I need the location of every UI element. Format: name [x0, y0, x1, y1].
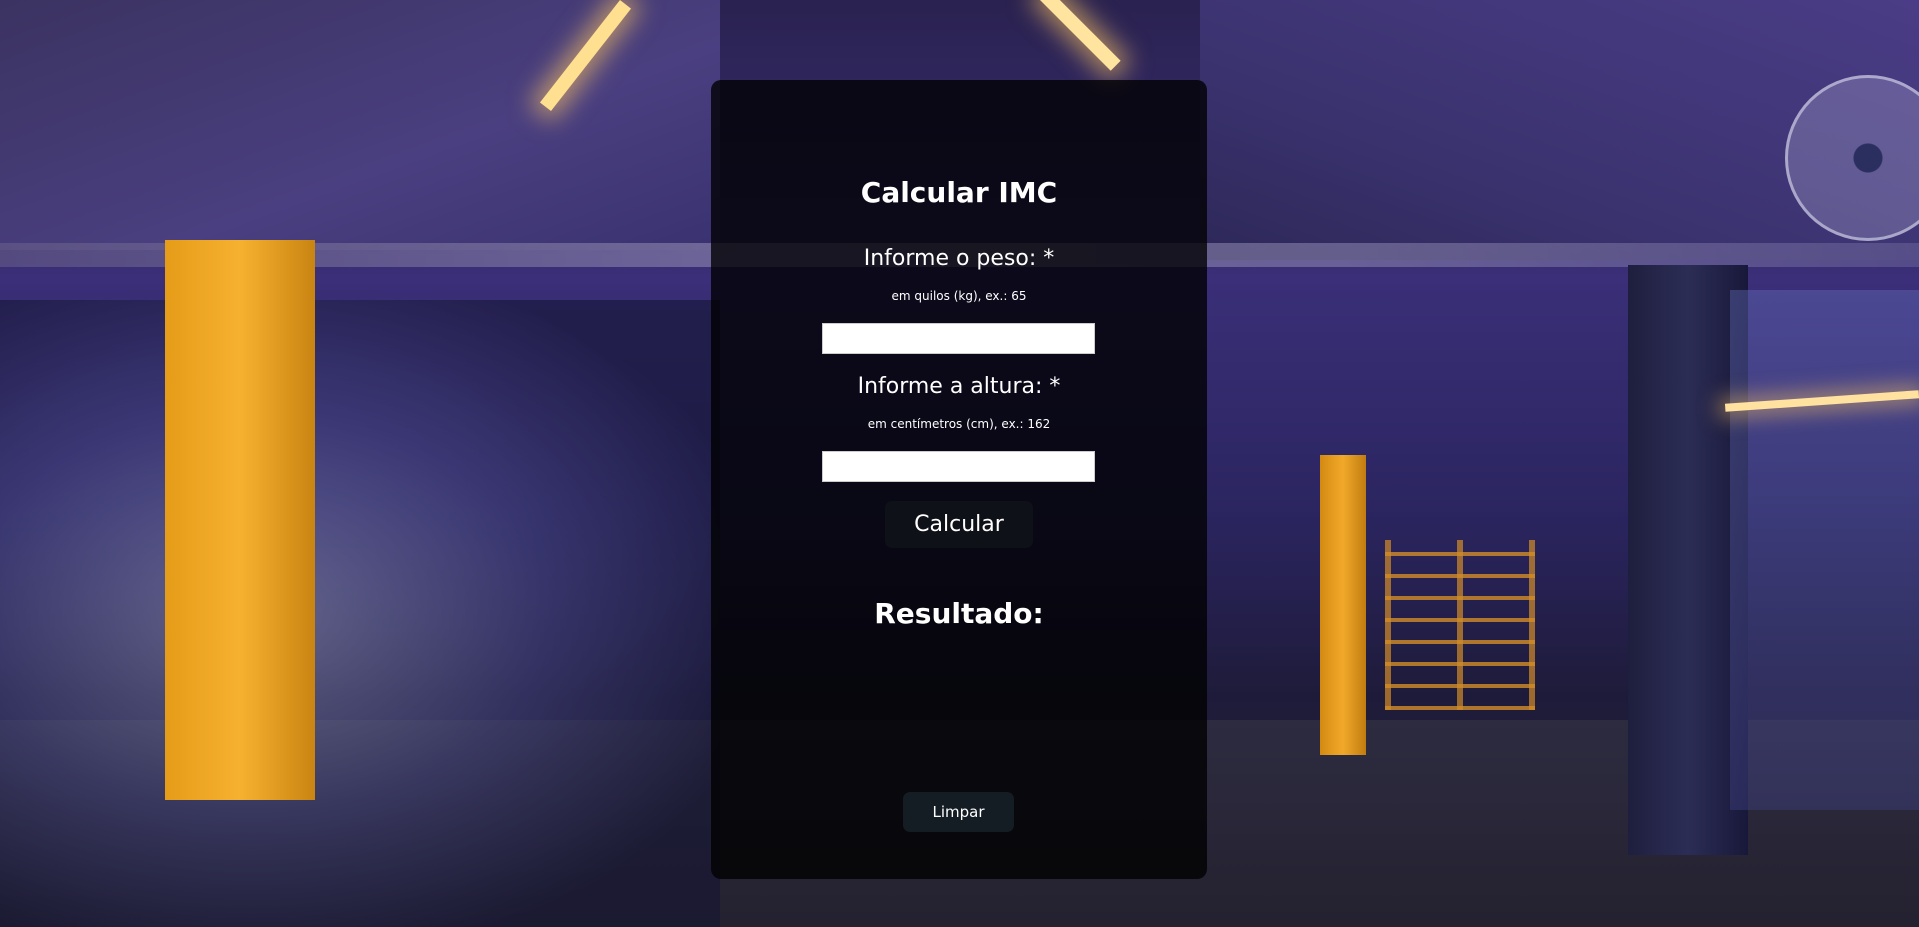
weight-input[interactable]: [822, 323, 1095, 354]
weight-hint: em quilos (kg), ex.: 65: [891, 289, 1027, 303]
background-gym-machines: [0, 300, 720, 927]
height-hint: em centímetros (cm), ex.: 162: [867, 417, 1051, 431]
background-light-right: [1040, 0, 1121, 71]
calculate-button[interactable]: Calcular: [885, 501, 1033, 548]
height-label: Informe a altura: *: [857, 374, 1061, 399]
result-title: Resultado:: [874, 597, 1044, 630]
height-input[interactable]: [822, 451, 1095, 482]
clear-button[interactable]: Limpar: [903, 792, 1014, 832]
form-title: Calcular IMC: [860, 176, 1058, 209]
background-wall-bars: [1385, 540, 1535, 710]
background-pillar-left: [165, 240, 315, 800]
background-ceiling-left: [0, 0, 720, 250]
background-pillar-center: [1320, 455, 1366, 755]
background-mirror: [1730, 290, 1919, 810]
weight-label: Informe o peso: *: [863, 246, 1055, 271]
